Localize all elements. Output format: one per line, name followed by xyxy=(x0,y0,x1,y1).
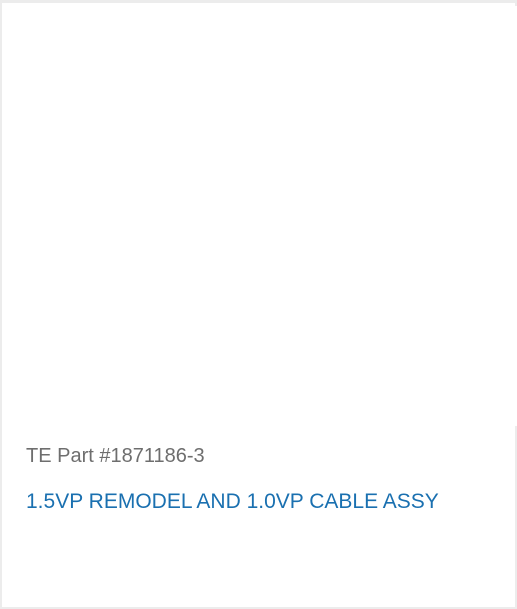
product-card[interactable]: TE Part #1871186-3 1.5VP REMODEL AND 1.0… xyxy=(0,0,517,609)
product-image-placeholder[interactable] xyxy=(4,6,517,426)
product-title-link[interactable]: 1.5VP REMODEL AND 1.0VP CABLE ASSY xyxy=(26,485,496,519)
part-number: TE Part #1871186-3 xyxy=(26,445,205,467)
